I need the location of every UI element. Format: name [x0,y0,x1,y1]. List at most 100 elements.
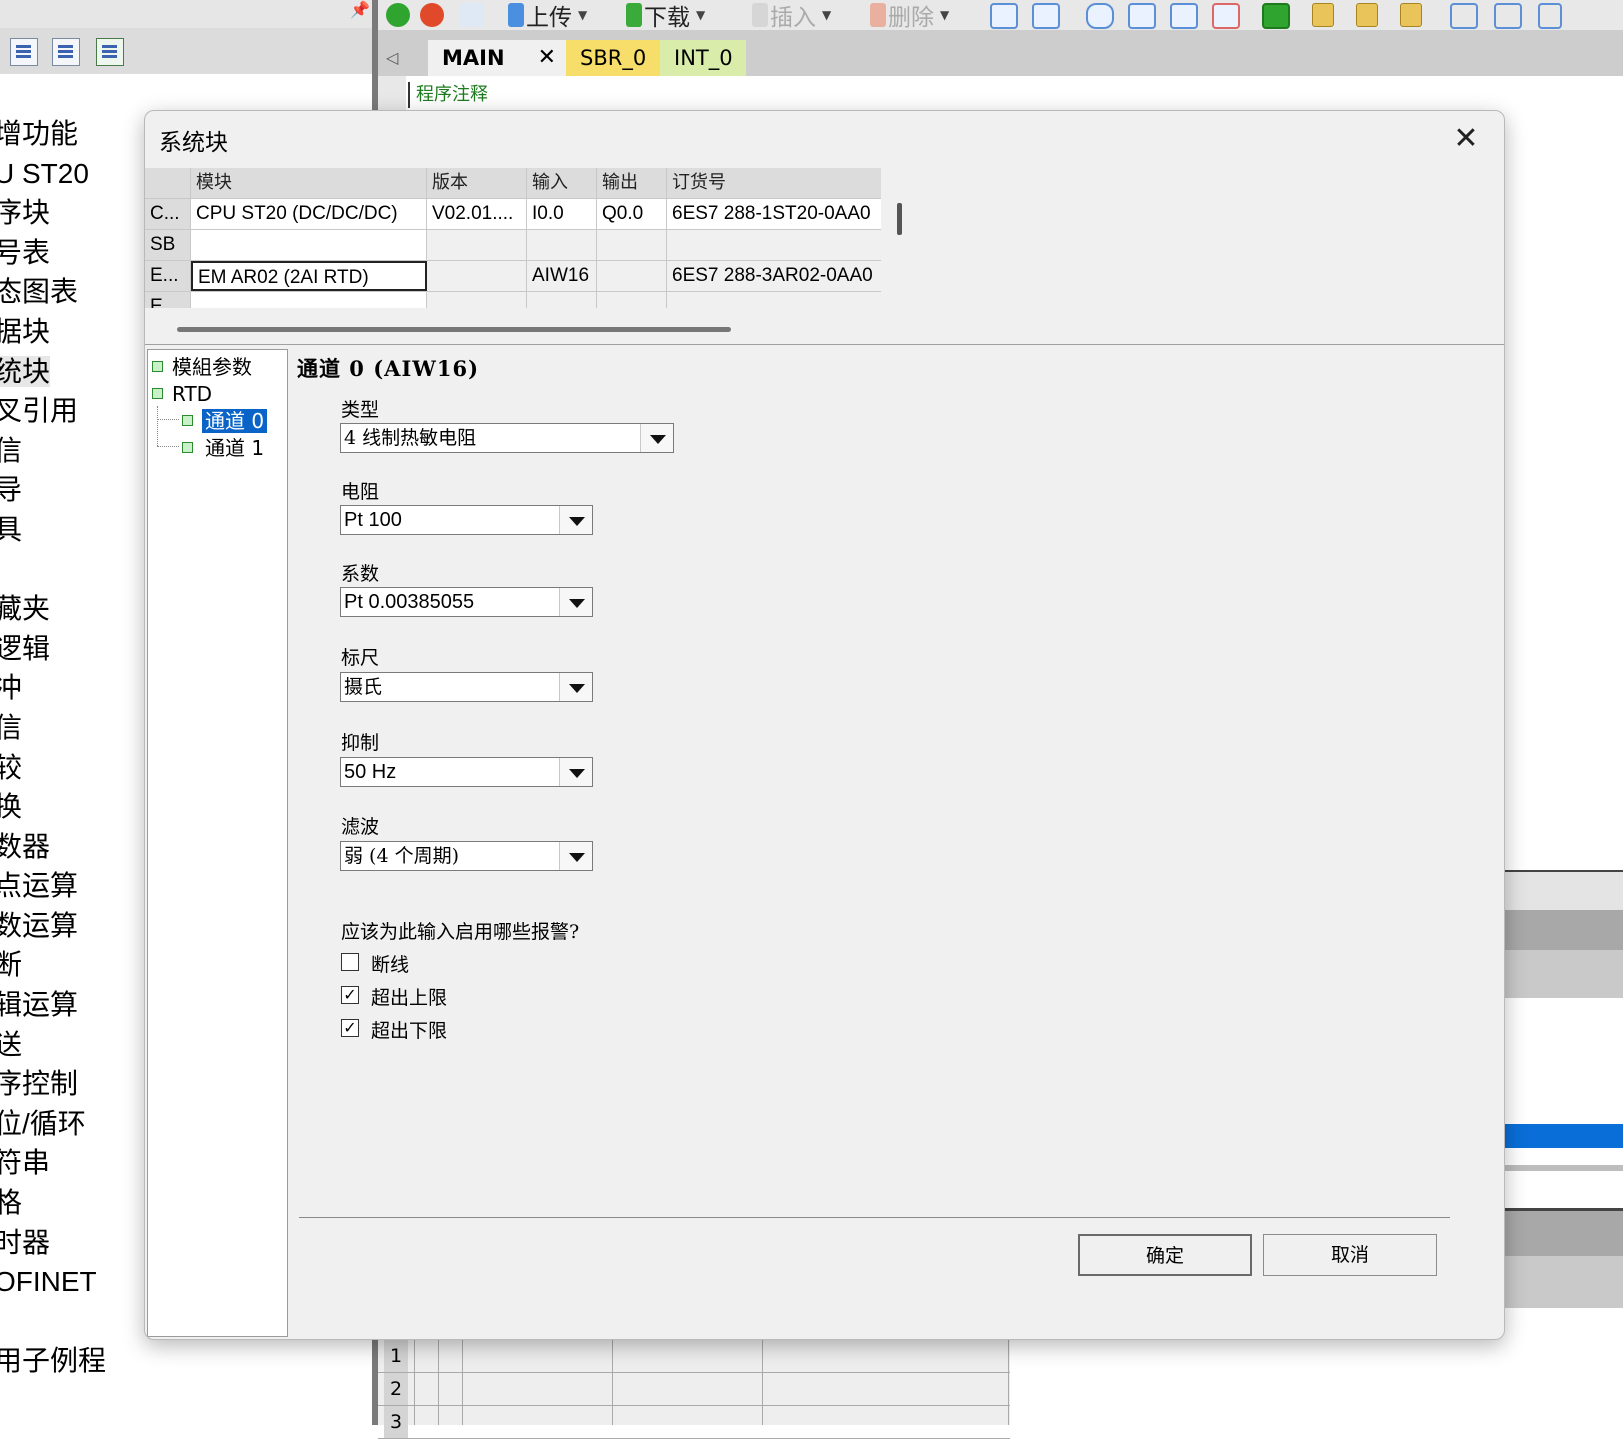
tree-item[interactable]: 序控制 [0,1064,106,1104]
tab-int[interactable]: INT_0 [660,40,746,76]
tree-item[interactable]: 送 [0,1025,106,1065]
run-icon[interactable] [386,2,412,28]
tree-item[interactable]: 逻辑 [0,629,106,669]
toolbar-tool-icon[interactable] [1494,3,1522,29]
export-icon[interactable] [1262,3,1290,29]
toolbar-tool-icon[interactable] [1538,3,1562,29]
column-header[interactable]: 订货号 [667,168,881,198]
tree-item-channel-0[interactable]: 通道 0 [182,408,268,434]
table-row[interactable]: 3 [378,1406,1010,1439]
tree-item[interactable]: 换 [0,787,106,827]
tree-item[interactable]: 较 [0,748,106,788]
type-dropdown[interactable]: 4 线制热敏电阻 [340,423,674,453]
upload-button[interactable]: 上传 ▼ [508,2,587,31]
chevron-down-icon[interactable] [640,424,673,452]
tree-item[interactable]: 符串 [0,1143,106,1183]
lock-icon[interactable] [1400,3,1422,27]
chevron-down-icon[interactable] [559,506,592,534]
toolbar-tool-icon[interactable] [990,3,1018,29]
tree-item[interactable]: 具 [0,510,106,550]
rejection-dropdown[interactable]: 50 Hz [340,757,593,787]
program-comment[interactable]: 程序注释 [408,82,488,108]
tree-item-module-params[interactable]: 模組参数 [152,354,252,380]
tree-item[interactable]: 导 [0,470,106,510]
tab-label: MAIN [442,46,505,70]
lock-icon[interactable] [1312,3,1334,27]
tree-item-selected[interactable]: 统块 [0,352,106,392]
tree-item[interactable]: 号表 [0,233,106,273]
tab-sbr[interactable]: SBR_0 [566,40,660,76]
toolbar-tool-icon[interactable] [1450,3,1478,29]
toolbar-tool-icon[interactable] [1212,3,1240,29]
ok-button[interactable]: 确定 [1078,1234,1252,1276]
tree-item[interactable]: 信 [0,431,106,471]
tree-item[interactable]: 用子例程 [0,1341,106,1381]
column-header[interactable]: 输入 [527,168,597,198]
toolbar-tool-icon[interactable] [1032,3,1060,29]
column-header[interactable]: 模块 [191,168,427,198]
tree-item[interactable]: 位/循环 [0,1104,106,1144]
close-icon[interactable]: ✕ [1443,119,1489,159]
tree-item[interactable]: 格 [0,1183,106,1223]
download-button[interactable]: 下载 ▼ [626,2,705,31]
tree-item-channel-1[interactable]: 通道 1 [182,435,267,461]
view-icon[interactable] [10,38,38,66]
column-header[interactable]: 输出 [597,168,667,198]
cancel-button[interactable]: 取消 [1263,1234,1437,1276]
table-row[interactable]: 1 [378,1340,1010,1373]
selected-cell[interactable]: EM AR02 (2AI RTD) [191,261,427,291]
scale-dropdown[interactable]: 摄氏 [340,672,593,702]
toolbar-tool-icon[interactable] [1086,3,1114,29]
tree-item[interactable]: 藏夹 [0,589,106,629]
table-vertical-scrollbar[interactable] [897,203,902,235]
tree-item[interactable]: 增功能 [0,114,106,154]
tab-scroll-left-icon[interactable]: ◁ [386,48,398,67]
compile-icon[interactable] [460,2,486,28]
resistance-dropdown[interactable]: Pt 100 [340,505,593,535]
table-row[interactable]: 2 [378,1373,1010,1406]
tree-item-rtd[interactable]: RTD [152,381,212,407]
toolbar-tool-icon[interactable] [1170,3,1198,29]
chevron-down-icon[interactable] [559,673,592,701]
tree-item[interactable]: 叉引用 [0,391,106,431]
table-row[interactable]: SB [145,230,881,261]
tree-item[interactable]: 序块 [0,193,106,233]
insert-button[interactable]: 插入 ▼ [752,2,831,31]
chevron-down-icon[interactable] [559,588,592,616]
column-header[interactable]: 版本 [427,168,527,198]
lock-icon[interactable] [1356,3,1378,27]
toolbar-tool-icon[interactable] [1128,3,1156,29]
tree-item[interactable]: 点运算 [0,866,106,906]
tree-item[interactable]: 断 [0,945,106,985]
delete-button[interactable]: 删除 ▼ [870,2,949,31]
table-row[interactable]: E... EM AR02 (2AI RTD) AIW16 6ES7 288-3A… [145,261,881,292]
tree-item[interactable]: 数器 [0,827,106,867]
background-panel [1500,1208,1623,1259]
tab-label: INT_0 [674,46,733,70]
list-icon[interactable] [52,38,80,66]
tree-item[interactable]: 冲 [0,668,106,708]
checkbox-box[interactable] [341,953,359,971]
chevron-down-icon[interactable] [559,758,592,786]
table-row[interactable]: C... CPU ST20 (DC/DC/DC) V02.01.... I0.0… [145,199,881,230]
coefficient-dropdown[interactable]: Pt 0.00385055 [340,587,593,617]
chevron-down-icon[interactable] [559,842,592,870]
tab-main[interactable]: MAIN ✕ [428,40,566,76]
table-row[interactable]: E [145,292,881,308]
table-horizontal-scrollbar[interactable] [177,327,731,332]
pin-icon[interactable]: 📌 [350,0,370,19]
filter-dropdown[interactable]: 弱 (4 个周期) [340,841,593,871]
tree-item[interactable]: 辑运算 [0,985,106,1025]
tree-item[interactable]: 数运算 [0,906,106,946]
tree-item[interactable]: U ST20 [0,154,106,194]
tree-item[interactable]: OFINET [0,1262,106,1302]
network-icon[interactable] [96,38,124,66]
stop-icon[interactable] [420,2,446,28]
close-icon[interactable]: ✕ [538,40,556,76]
tree-item[interactable]: 据块 [0,312,106,352]
tree-item[interactable]: 时器 [0,1223,106,1263]
checkbox-box[interactable]: ✓ [341,986,359,1004]
checkbox-box[interactable]: ✓ [341,1019,359,1037]
tree-item[interactable]: 信 [0,708,106,748]
tree-item[interactable]: 态图表 [0,272,106,312]
